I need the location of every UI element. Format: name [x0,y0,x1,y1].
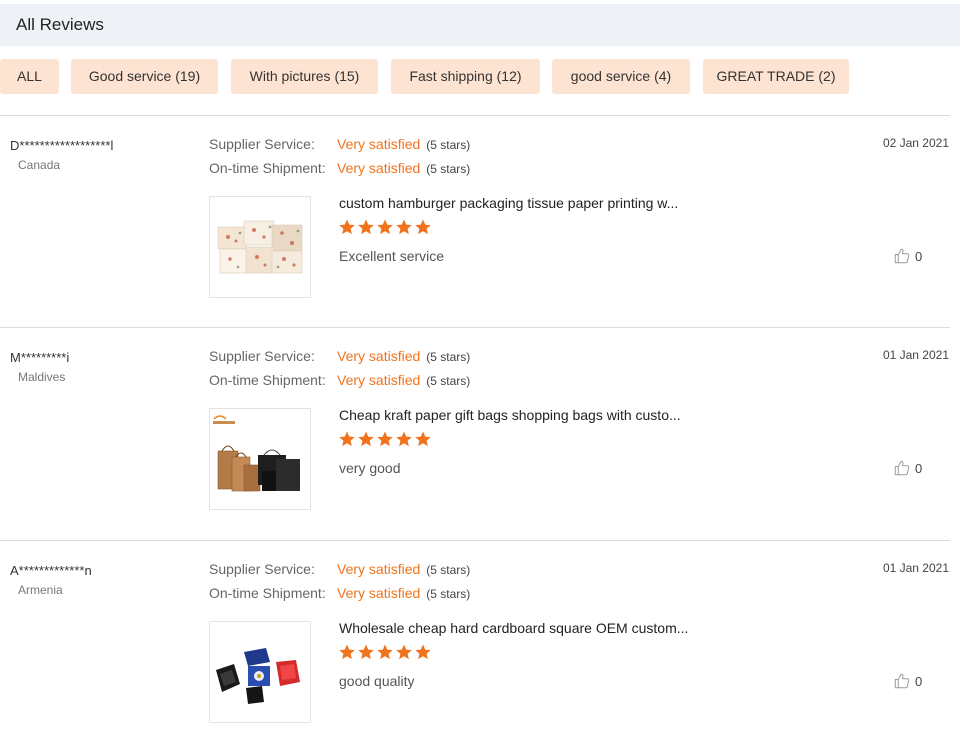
thumbs-up-icon [894,248,910,264]
star-icon [415,431,431,447]
star-icon [377,219,393,235]
review-date: 02 Jan 2021 [882,136,949,150]
product-title-link[interactable]: Wholesale cheap hard cardboard square OE… [339,620,688,636]
supplier-service-rating: Supplier Service: Very satisfied (5 stars) [209,136,470,160]
product-thumbnail[interactable] [209,408,311,510]
shipment-value: Very satisfied [337,585,421,601]
review-date: 01 Jan 2021 [882,348,949,362]
star-icon [396,431,412,447]
supplier-service-rating: Supplier Service: Very satisfied (5 stars) [209,561,470,585]
filter-chip-good-service[interactable]: Good service (19) [71,59,218,94]
supplier-service-value: Very satisfied [337,561,421,577]
filter-chip-fast-shipping[interactable]: Fast shipping (12) [391,59,540,94]
thumbs-up-icon [894,673,910,689]
supplier-service-stars: (5 stars) [426,138,471,152]
like-count: 0 [915,673,923,689]
reviewer-name: D******************l [10,138,114,153]
review-star-rating [338,430,433,450]
shipment-stars: (5 stars) [426,587,471,601]
reviews-header: All Reviews [0,4,960,46]
shipment-value: Very satisfied [337,372,421,388]
reviewer-country: Maldives [18,370,66,384]
supplier-service-value: Very satisfied [337,136,421,152]
product-thumbnail[interactable] [209,621,311,723]
review-filter-bar: ALL Good service (19) With pictures (15)… [0,59,960,95]
star-icon [339,644,355,660]
review-date: 01 Jan 2021 [882,561,949,575]
review-comment: good quality [339,673,415,689]
shipment-label: On-time Shipment: [209,160,326,176]
like-button[interactable]: 0 [893,672,922,692]
service-ratings: Supplier Service: Very satisfied (5 stars)… [209,348,470,396]
supplier-service-value: Very satisfied [337,348,421,364]
star-icon [358,644,374,660]
like-button[interactable]: 0 [893,247,922,267]
supplier-service-label: Supplier Service: [209,561,315,577]
tissue-paper-product-image [210,197,310,297]
product-title-link[interactable]: Cheap kraft paper gift bags shopping bag… [339,407,681,423]
shipment-stars: (5 stars) [426,374,471,388]
reviewer-name: A*************n [10,563,92,578]
review-comment: very good [339,460,401,476]
review-item: D******************l Canada Supplier Ser… [0,116,960,328]
shipment-label: On-time Shipment: [209,372,326,388]
thumbs-up-icon [894,460,910,476]
star-icon [377,644,393,660]
review-comment: Excellent service [339,248,445,264]
review-item: M*********i Maldives Supplier Service: Ve… [0,328,960,540]
star-icon [415,219,431,235]
product-title-link[interactable]: custom hamburger packaging tissue paper … [339,195,678,211]
supplier-service-label: Supplier Service: [209,348,315,364]
like-count: 0 [915,248,923,264]
on-time-shipment-rating: On-time Shipment: Very satisfied (5 stars) [209,160,470,184]
star-icon [358,431,374,447]
filter-chip-all[interactable]: ALL [0,59,59,94]
supplier-service-stars: (5 stars) [426,350,471,364]
gift-boxes-product-image [210,622,310,722]
star-icon [358,219,374,235]
star-icon [339,219,355,235]
review-star-rating [338,643,433,663]
shipment-stars: (5 stars) [426,162,471,176]
star-icon [396,644,412,660]
page-title: All Reviews [16,15,104,34]
supplier-service-rating: Supplier Service: Very satisfied (5 stars) [209,348,470,372]
like-button[interactable]: 0 [893,459,922,479]
filter-chip-great-trade[interactable]: GREAT TRADE (2) [703,59,849,94]
on-time-shipment-rating: On-time Shipment: Very satisfied (5 stars) [209,585,470,609]
shipment-label: On-time Shipment: [209,585,326,601]
star-icon [396,219,412,235]
reviewer-country: Canada [18,158,61,172]
like-count: 0 [915,460,923,476]
service-ratings: Supplier Service: Very satisfied (5 stars)… [209,561,470,609]
reviewer-country: Armenia [18,583,63,597]
filter-chip-with-pictures[interactable]: With pictures (15) [231,59,378,94]
supplier-service-label: Supplier Service: [209,136,315,152]
reviewer-name: M*********i [10,350,70,365]
star-icon [339,431,355,447]
review-star-rating [338,218,433,238]
on-time-shipment-rating: On-time Shipment: Very satisfied (5 stars) [209,372,470,396]
shipment-value: Very satisfied [337,160,421,176]
kraft-bags-product-image [210,409,310,509]
star-icon [415,644,431,660]
review-item: A*************n Armenia Supplier Service… [0,541,960,753]
star-icon [377,431,393,447]
filter-chip-good-service-lower[interactable]: good service (4) [552,59,690,94]
supplier-service-stars: (5 stars) [426,563,471,577]
product-thumbnail[interactable] [209,196,311,298]
service-ratings: Supplier Service: Very satisfied (5 stars)… [209,136,470,184]
